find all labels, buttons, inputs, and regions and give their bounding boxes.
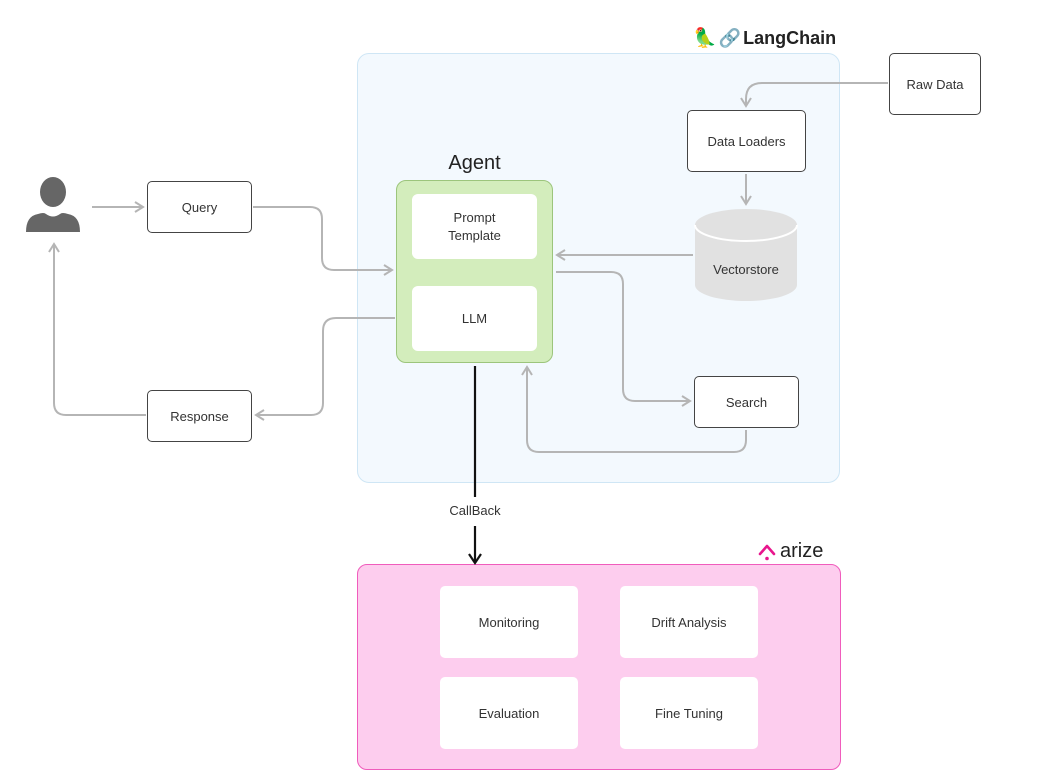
fine-tuning-label: Fine Tuning [655, 705, 723, 721]
parrot-icon: 🦜 [693, 28, 717, 49]
langchain-brand: 🦜 🔗 LangChain [693, 26, 836, 50]
prompt-template-node[interactable]: Prompt Template [412, 194, 537, 259]
raw-data-label: Raw Data [906, 76, 964, 92]
agent-title: Agent [448, 152, 501, 174]
drift-analysis-tile[interactable]: Drift Analysis [620, 586, 758, 658]
callback-label: CallBack [430, 503, 520, 518]
response-label: Response [170, 408, 229, 424]
evaluation-label: Evaluation [478, 705, 540, 721]
edge-agent-response [254, 317, 395, 421]
edge-query-agent [253, 206, 394, 276]
search-label: Search [725, 394, 768, 410]
search-node[interactable]: Search [694, 376, 799, 428]
monitoring-tile[interactable]: Monitoring [440, 586, 578, 658]
edge-agent-search [556, 271, 692, 407]
response-node[interactable]: Response [147, 390, 252, 442]
langchain-brand-label: LangChain [743, 27, 837, 48]
arize-brand-label: arize [780, 540, 824, 562]
llm-label: LLM [461, 310, 488, 326]
agent-node[interactable]: Prompt Template LLM [396, 180, 553, 363]
fine-tuning-tile[interactable]: Fine Tuning [620, 677, 758, 749]
vectorstore-node[interactable]: Vectorstore [694, 207, 798, 303]
data-loaders-label: Data Loaders [707, 133, 786, 149]
evaluation-tile[interactable]: Evaluation [440, 677, 578, 749]
prompt-template-label: Prompt Template [448, 209, 501, 243]
drift-analysis-label: Drift Analysis [651, 614, 727, 630]
link-icon: 🔗 [718, 27, 742, 48]
data-loaders-node[interactable]: Data Loaders [687, 110, 806, 172]
arize-brand: arize [758, 540, 823, 563]
edge-rawdata-loaders [740, 82, 888, 108]
vectorstore-label: Vectorstore [713, 262, 779, 277]
database-icon [694, 209, 798, 301]
query-label: Query [181, 199, 218, 215]
arize-logo-icon [758, 544, 776, 560]
user-icon [26, 177, 80, 232]
llm-node[interactable]: LLM [412, 286, 537, 351]
monitoring-label: Monitoring [478, 614, 540, 630]
raw-data-node[interactable]: Raw Data [889, 53, 981, 115]
query-node[interactable]: Query [147, 181, 252, 233]
edge-response-user [48, 242, 146, 416]
